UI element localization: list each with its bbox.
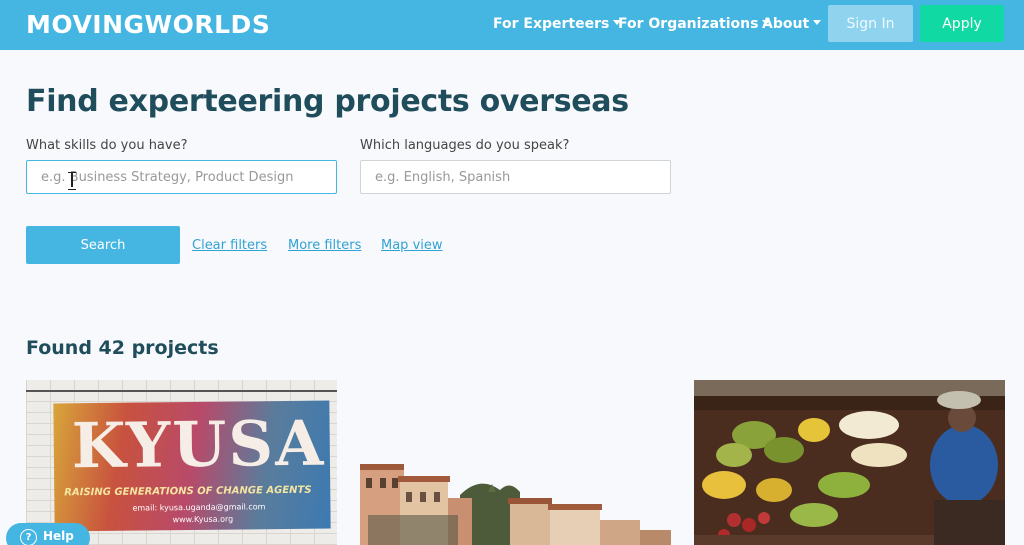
card-image-wire bbox=[26, 390, 337, 392]
page-title: Find experteering projects overseas bbox=[26, 84, 629, 119]
search-button[interactable]: Search bbox=[26, 226, 180, 264]
languages-input[interactable] bbox=[360, 160, 671, 194]
caret-down-icon bbox=[813, 19, 822, 25]
logo[interactable]: MOVINGWORLDS bbox=[26, 10, 270, 39]
project-card[interactable]: KYUSA RAISING GENERATIONS OF CHANGE AGEN… bbox=[26, 380, 337, 545]
project-card[interactable] bbox=[360, 380, 671, 545]
results-count: Found 42 projects bbox=[26, 337, 219, 359]
town-image bbox=[360, 380, 671, 545]
nav-label: For Experteers bbox=[493, 16, 610, 32]
more-filters-link[interactable]: More filters bbox=[288, 238, 361, 253]
languages-label: Which languages do you speak? bbox=[360, 138, 570, 153]
top-navbar: MOVINGWORLDS For Experteers For Organiza… bbox=[0, 0, 1024, 50]
question-icon: ? bbox=[20, 529, 37, 545]
banner-subtitle: RAISING GENERATIONS OF CHANGE AGENTS bbox=[64, 484, 312, 499]
kyusa-banner-image: KYUSA RAISING GENERATIONS OF CHANGE AGEN… bbox=[53, 400, 331, 532]
nav-about[interactable]: About bbox=[762, 16, 822, 32]
banner-word: KYUSA bbox=[71, 406, 326, 483]
nav-label: For Organizations bbox=[618, 16, 759, 32]
project-card[interactable] bbox=[694, 380, 1005, 545]
banner-web: www.Kyusa.org bbox=[172, 514, 234, 525]
clear-filters-link[interactable]: Clear filters bbox=[192, 238, 267, 253]
apply-button[interactable]: Apply bbox=[920, 5, 1004, 42]
help-label: Help bbox=[43, 529, 74, 543]
sign-in-button[interactable]: Sign In bbox=[828, 5, 913, 42]
nav-for-organizations[interactable]: For Organizations bbox=[618, 16, 771, 32]
text-cursor-icon bbox=[68, 172, 76, 190]
nav-label: About bbox=[762, 16, 810, 32]
skills-label: What skills do you have? bbox=[26, 138, 188, 153]
map-view-link[interactable]: Map view bbox=[381, 238, 443, 253]
banner-email: email: kyusa.uganda@gmail.com bbox=[132, 502, 266, 513]
help-button[interactable]: ? Help bbox=[6, 523, 90, 545]
nav-for-experteers[interactable]: For Experteers bbox=[493, 16, 622, 32]
market-image bbox=[694, 380, 1005, 545]
